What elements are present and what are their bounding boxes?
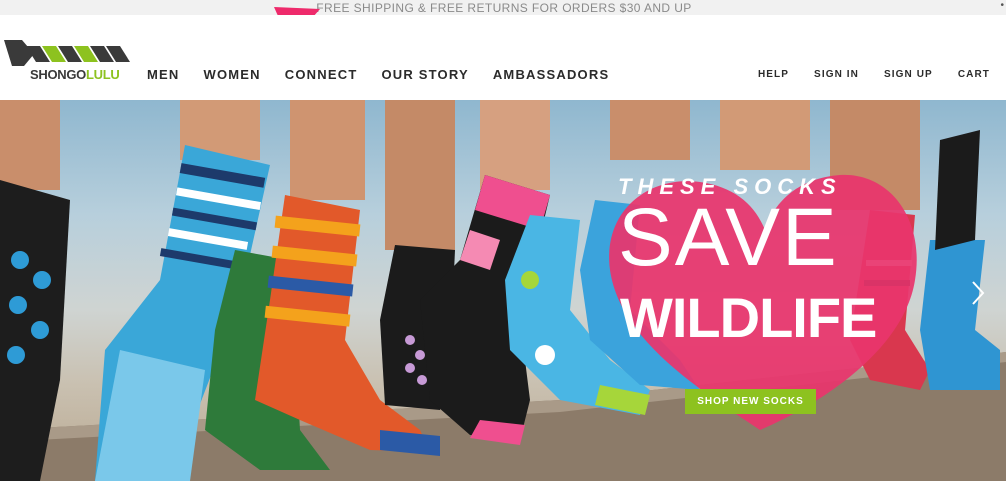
- nav-help[interactable]: HELP: [758, 69, 789, 80]
- nav-women[interactable]: WOMEN: [204, 67, 261, 82]
- nav-ambassadors[interactable]: AMBASSADORS: [493, 67, 609, 82]
- announcement-text: FREE SHIPPING & FREE RETURNS FOR ORDERS …: [316, 0, 692, 15]
- utility-nav: HELP SIGN IN SIGN UP CART: [758, 69, 990, 80]
- nav-our-story[interactable]: OUR STORY: [381, 67, 468, 82]
- nav-sign-in[interactable]: SIGN IN: [814, 69, 859, 80]
- chevron-right-icon[interactable]: [968, 278, 988, 308]
- brand-name-part1: SHONGO: [30, 67, 86, 82]
- announcement-bar: FREE SHIPPING & FREE RETURNS FOR ORDERS …: [0, 0, 1006, 15]
- nav-sign-up[interactable]: SIGN UP: [884, 69, 933, 80]
- hero-banner[interactable]: THESE SOCKS SAVE WILDLIFE SHOP NEW SOCKS: [0, 100, 1006, 481]
- brand-wordmark[interactable]: SHONGOLULU: [30, 67, 120, 82]
- hero-headline-line1: SAVE: [618, 192, 839, 283]
- shop-new-socks-button[interactable]: SHOP NEW SOCKS: [685, 389, 816, 414]
- announcement-dot-icon: •: [1000, 0, 1004, 11]
- nav-connect[interactable]: CONNECT: [285, 67, 358, 82]
- main-nav: MEN WOMEN CONNECT OUR STORY AMBASSADORS: [147, 67, 609, 82]
- nav-cart[interactable]: CART: [958, 69, 990, 80]
- brand-name-part2: LULU: [85, 67, 120, 82]
- site-header: SHONGOLULU MEN WOMEN CONNECT OUR STORY A…: [0, 15, 1006, 100]
- nav-men[interactable]: MEN: [147, 67, 180, 82]
- hero-headline-line2: WILDLIFE: [620, 286, 877, 349]
